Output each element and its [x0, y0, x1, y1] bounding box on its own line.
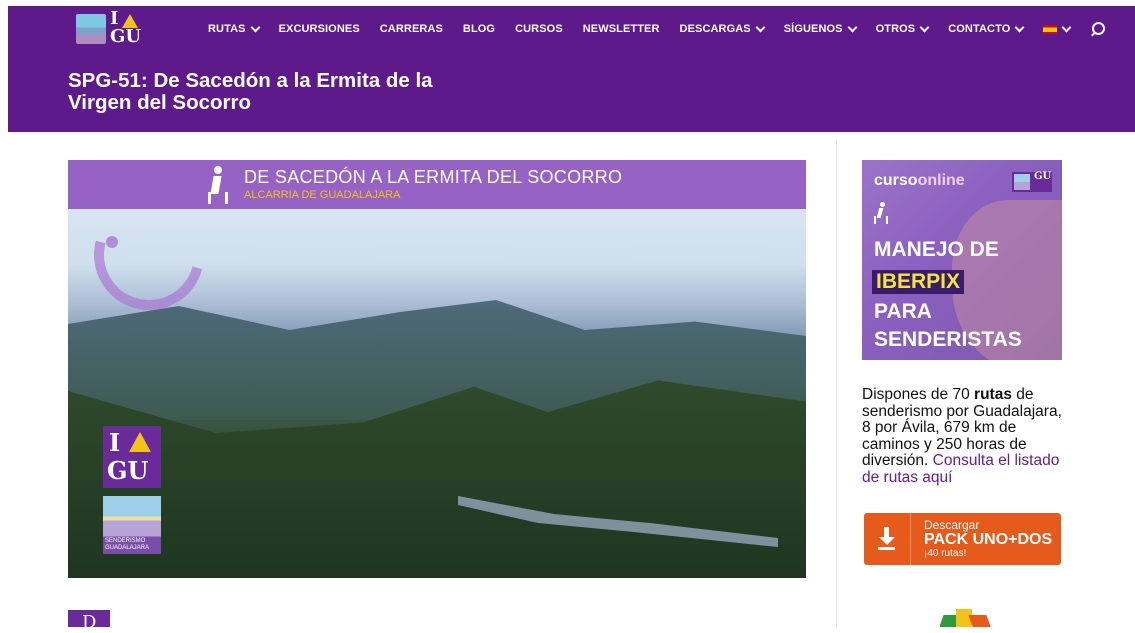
chevron-down-icon: [1014, 22, 1025, 33]
ad-mini-logo: GU: [1012, 172, 1052, 192]
hero-banner-title: DE SACEDÓN A LA ERMITA DEL SOCORRO: [244, 167, 623, 187]
download-title: PACK UNO+DOS: [924, 531, 1053, 548]
ad-heading: cursoonline: [874, 172, 965, 189]
nav-item-contacto[interactable]: CONTACTO: [948, 22, 1025, 35]
nav-item-descargas[interactable]: DESCARGAS: [680, 22, 766, 35]
nav-item-carreras[interactable]: CARRERAS: [380, 23, 443, 35]
nav-item-rutas[interactable]: RUTAS: [208, 22, 261, 35]
ad-line-1: MANEJO DE: [874, 238, 999, 261]
download-icon: [864, 513, 911, 565]
nav-item-excursiones[interactable]: EXCURSIONES: [279, 23, 360, 35]
sidebar-divider: [836, 140, 837, 627]
routes-summary: Dispones de 70 rutas de senderismo por G…: [862, 386, 1062, 486]
partner-logo[interactable]: [940, 607, 1000, 627]
senderismo-badge: SENDERISMO GUADALAJARA: [103, 496, 161, 554]
nav-item-otros[interactable]: OTROS: [876, 22, 930, 35]
language-selector[interactable]: [1043, 22, 1072, 34]
ad-line-2: IBERPIX: [872, 270, 965, 294]
chevron-down-icon: [919, 22, 930, 33]
download-label: Descargar: [924, 518, 980, 532]
site-logo[interactable]: I GU: [74, 10, 146, 47]
logo-landscape-icon: [76, 14, 106, 44]
main-nav: RUTAS EXCURSIONES CARRERAS BLOG CURSOS N…: [208, 20, 1106, 38]
hero-image: DE SACEDÓN A LA ERMITA DEL SOCORRO ALCAR…: [68, 160, 806, 578]
content-badge: D: [68, 610, 110, 633]
hero-banner-subtitle: ALCARRIA DE GUADALAJARA: [244, 189, 401, 201]
nav-item-blog[interactable]: BLOG: [463, 23, 495, 35]
nav-item-newsletter[interactable]: NEWSLETTER: [583, 23, 660, 35]
nav-item-cursos[interactable]: CURSOS: [515, 23, 563, 35]
hero-banner: DE SACEDÓN A LA ERMITA DEL SOCORRO ALCAR…: [68, 160, 806, 209]
mountain-icon: [129, 432, 151, 452]
ad-line-4: SENDERISTAS: [874, 328, 1022, 351]
chevron-down-icon: [250, 22, 261, 33]
download-pack-button[interactable]: Descargar PACK UNO+DOS ¡40 rutas!: [864, 513, 1061, 565]
hiker-icon: [204, 166, 234, 206]
chevron-down-icon: [755, 22, 766, 33]
hero-logo: I GU: [103, 426, 161, 488]
course-ad-banner[interactable]: cursoonline GU MANEJO DE IBERPIX PARA SE…: [862, 160, 1062, 360]
decorative-dot: [106, 236, 118, 248]
chevron-down-icon: [1061, 22, 1072, 33]
site-header: I GU RUTAS EXCURSIONES CARRERAS BLOG CUR…: [8, 6, 1135, 132]
nav-item-siguenos[interactable]: SÍGUENOS: [784, 22, 858, 35]
ad-line-3: PARA: [874, 300, 932, 323]
download-subtitle: ¡40 rutas!: [924, 548, 967, 559]
page-title: SPG-51: De Sacedón a la Ermita de la Vir…: [68, 69, 433, 114]
chevron-down-icon: [847, 22, 858, 33]
search-icon[interactable]: [1090, 22, 1106, 37]
logo-letters-gu: GU: [110, 26, 142, 47]
spain-flag-icon: [1043, 24, 1058, 34]
hiker-icon: [874, 202, 888, 224]
